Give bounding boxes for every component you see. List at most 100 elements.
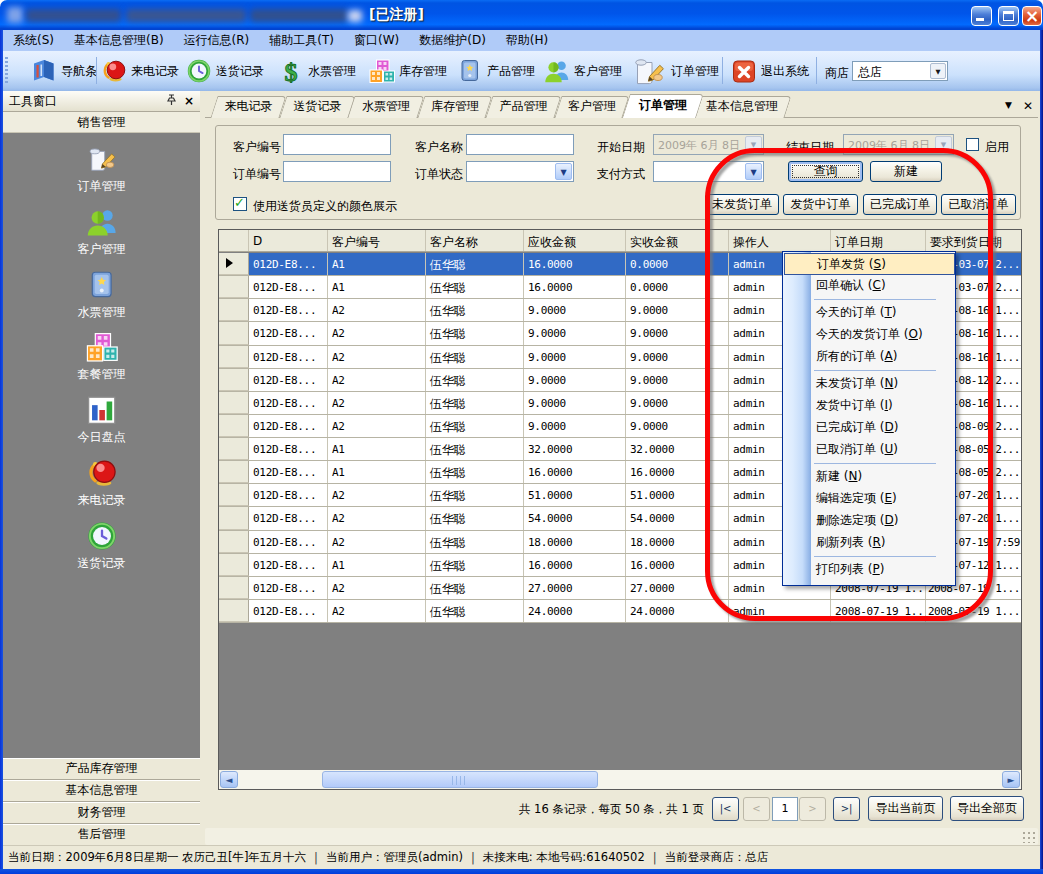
sidebar-section-sales[interactable]: 销售管理 <box>3 112 200 133</box>
menubar-item[interactable]: 辅助工具(T) <box>259 30 344 51</box>
tab-close-icon[interactable]: ✕ <box>1023 99 1039 114</box>
sidebar-group-1[interactable]: 产品库存管理 <box>3 758 200 780</box>
toolbar-button-bell[interactable]: 来电记录 <box>100 52 179 90</box>
toolbar-button-dollar[interactable]: $水票管理 <box>277 52 356 90</box>
cell-recv: 9.0000 <box>524 415 626 437</box>
sidebar-item-7[interactable]: 送货记录 <box>3 519 200 572</box>
close-button[interactable]: × <box>1022 6 1042 26</box>
toolbar-separator <box>96 57 97 84</box>
cell-recv: 16.0000 <box>524 276 626 298</box>
row-selector[interactable] <box>219 369 249 391</box>
row-selector[interactable] <box>219 253 249 275</box>
tab-产品管理[interactable]: 产品管理 <box>489 96 558 118</box>
toolbar-button-customers[interactable]: 客户管理 <box>543 52 622 90</box>
row-selector[interactable] <box>219 415 249 437</box>
scroll-right-icon[interactable]: ► <box>1002 771 1020 788</box>
tab-水票管理[interactable]: 水票管理 <box>351 96 421 118</box>
toolbar-button-order-scroll[interactable]: 订单管理 <box>630 52 719 90</box>
row-selector[interactable] <box>219 554 249 576</box>
toolbar-button-clock[interactable]: 送货记录 <box>185 52 264 90</box>
row-selector[interactable] <box>219 299 249 321</box>
tab-list-dropdown-icon[interactable]: ▼ <box>1005 100 1021 114</box>
tab-客户管理[interactable]: 客户管理 <box>558 96 626 118</box>
cell-recv: 9.0000 <box>524 369 626 391</box>
tab-订单管理[interactable]: 订单管理 <box>626 94 700 118</box>
sidebar-item-label: 来电记录 <box>3 492 200 509</box>
store-select[interactable]: 总店▼ <box>852 61 948 81</box>
customer-no-input[interactable] <box>283 134 391 155</box>
enable-checkbox[interactable] <box>966 138 979 151</box>
tool-window-header: 工具窗口 × <box>3 91 200 112</box>
scroll-left-icon[interactable]: ◄ <box>220 771 238 788</box>
toolbar-button-packages[interactable]: 库存管理 <box>368 52 447 90</box>
cell-recv: 32.0000 <box>524 438 626 460</box>
sidebar-group-2[interactable]: 基本信息管理 <box>3 780 200 802</box>
cell-name: 伍华聪 <box>426 415 524 437</box>
menubar-item[interactable]: 窗口(W) <box>344 30 409 51</box>
menubar-item[interactable]: 系统(S) <box>3 30 64 51</box>
row-selector[interactable] <box>219 484 249 506</box>
tab-库存管理[interactable]: 库存管理 <box>421 96 489 118</box>
menubar-item[interactable]: 运行信息(R) <box>174 30 260 51</box>
toolbar-button-product-card[interactable]: 产品管理 <box>456 52 535 90</box>
minimize-button[interactable] <box>971 6 992 26</box>
column-header-3[interactable]: 客户名称 <box>426 230 524 251</box>
sidebar-item-4[interactable]: 套餐管理 <box>3 330 200 383</box>
sidebar-item-6[interactable]: 来电记录 <box>3 456 200 509</box>
row-selector[interactable] <box>219 392 249 414</box>
order-status-select[interactable]: ▼ <box>466 161 574 182</box>
customer-name-input[interactable] <box>466 134 574 155</box>
sidebar-item-2[interactable]: 客户管理 <box>3 205 200 258</box>
tab-基本信息管理[interactable]: 基本信息管理 <box>696 96 788 118</box>
cell-cust: A1 <box>328 461 426 483</box>
row-selector[interactable] <box>219 577 249 599</box>
bell-icon <box>100 57 128 85</box>
export-current-page-button[interactable]: 导出当前页 <box>868 796 943 821</box>
horizontal-scrollbar[interactable]: ◄ ► <box>219 770 1021 789</box>
toolbar-button-exit[interactable]: 退出系统 <box>730 52 809 90</box>
menubar-item[interactable]: 帮助(H) <box>496 30 558 51</box>
resize-grip[interactable] <box>1022 831 1036 843</box>
row-selector[interactable] <box>219 531 249 553</box>
row-selector[interactable] <box>219 438 249 460</box>
toolbar-grip[interactable] <box>5 57 8 84</box>
registered-badge: [已注册] <box>369 6 424 24</box>
row-selector[interactable] <box>219 507 249 529</box>
menubar-item[interactable]: 基本信息管理(B) <box>64 30 174 51</box>
toolbar-button-nav-book[interactable]: 导航条 <box>30 52 97 90</box>
tab-label: 产品管理 <box>500 99 548 113</box>
driver-color-checkbox[interactable]: ✓ <box>233 197 247 211</box>
next-page-button[interactable]: > <box>799 797 826 821</box>
scrollbar-thumb[interactable] <box>322 771 598 788</box>
tab-送货记录[interactable]: 送货记录 <box>283 96 352 118</box>
pin-icon[interactable] <box>167 94 176 109</box>
column-header[interactable] <box>219 230 249 251</box>
page-number-input[interactable]: 1 <box>772 797 798 821</box>
statusbar-segment-4: 当前登录商店：总店 <box>665 850 769 865</box>
column-header-4[interactable]: 应收金额 <box>524 230 626 251</box>
cell-name: 伍华聪 <box>426 507 524 529</box>
menubar-item[interactable]: 数据维护(D) <box>409 30 496 51</box>
column-header-2[interactable]: 客户编号 <box>328 230 426 251</box>
tab-来电记录[interactable]: 来电记录 <box>214 96 283 118</box>
sidebar-group-4[interactable]: 售后管理 <box>3 824 200 846</box>
row-selector[interactable] <box>219 600 249 622</box>
export-all-pages-button[interactable]: 导出全部页 <box>950 796 1024 821</box>
sidebar-item-3[interactable]: 水票管理 <box>3 268 200 321</box>
row-selector[interactable] <box>219 276 249 298</box>
sidebar-item-5[interactable]: 今日盘点 <box>3 393 200 446</box>
row-selector[interactable] <box>219 461 249 483</box>
maximize-button[interactable] <box>998 6 1019 26</box>
prev-page-button[interactable]: < <box>743 797 770 821</box>
first-page-button[interactable]: |< <box>712 797 739 821</box>
tool-window-close-icon[interactable]: × <box>184 94 194 108</box>
row-selector[interactable] <box>219 346 249 368</box>
order-no-input[interactable] <box>283 161 391 182</box>
cell-recv: 24.0000 <box>524 600 626 622</box>
sidebar-group-3[interactable]: 财务管理 <box>3 802 200 824</box>
column-header-1[interactable]: D <box>249 230 328 251</box>
sidebar-item-1[interactable]: 订单管理 <box>3 142 200 195</box>
svg-text:$: $ <box>285 58 298 86</box>
last-page-button[interactable]: >| <box>833 797 860 821</box>
row-selector[interactable] <box>219 322 249 344</box>
